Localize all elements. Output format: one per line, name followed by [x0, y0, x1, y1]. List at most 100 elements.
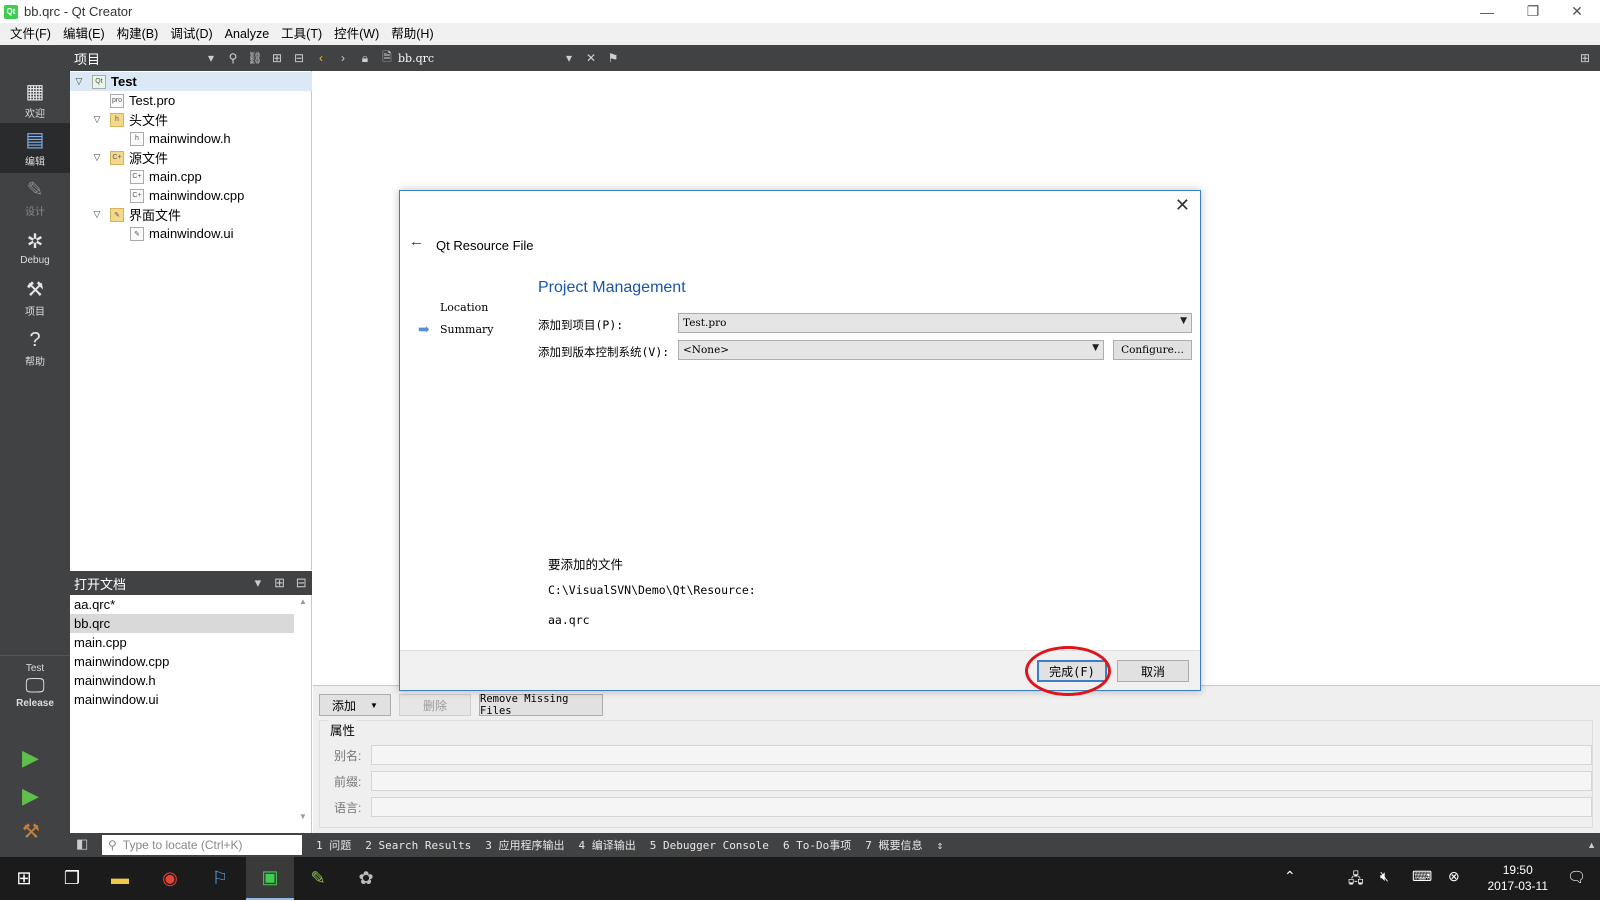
windows-start-icon[interactable]: ⊞	[0, 857, 48, 900]
prefix-input[interactable]	[371, 771, 1592, 791]
debug-run-icon[interactable]: ▶	[22, 783, 39, 809]
minimize-button[interactable]: —	[1464, 0, 1510, 23]
chevron-down-icon[interactable]: ▽	[72, 76, 86, 87]
output-tab-issues[interactable]: 1 问题	[316, 837, 351, 853]
split-icon[interactable]: ⊞	[266, 51, 288, 65]
bookmark-icon[interactable]: ⚑	[602, 51, 624, 65]
qt-creator-taskbar-icon[interactable]: ▣	[246, 857, 294, 900]
close-panel-icon[interactable]: ⊟	[288, 51, 310, 65]
remove-button[interactable]: 删除	[399, 694, 471, 716]
restore-button[interactable]: ❐	[1510, 0, 1556, 23]
output-tab-app-output[interactable]: 3 应用程序输出	[485, 837, 564, 853]
scrollbar[interactable]: ▲ ▼	[296, 597, 310, 829]
tree-item-file[interactable]: C+ main.cpp	[70, 167, 312, 186]
notification-icon[interactable]: 🗨	[1567, 868, 1586, 886]
tree-item-sources[interactable]: ▽ C+ 源文件	[70, 148, 312, 167]
paint-icon[interactable]: ✿	[342, 857, 390, 900]
header-file-icon: h	[130, 131, 144, 146]
open-document-item[interactable]: mainwindow.h	[70, 671, 294, 690]
menu-tools[interactable]: 工具(T)	[275, 23, 328, 45]
cancel-button[interactable]: 取消	[1117, 660, 1189, 682]
tree-item-file[interactable]: C+ mainwindow.cpp	[70, 186, 312, 205]
dropdown-icon[interactable]: ▾	[558, 51, 580, 65]
mode-edit[interactable]: ▤ 编辑	[0, 123, 70, 173]
output-tab-general[interactable]: 7 概要信息	[865, 837, 922, 853]
notepad-icon[interactable]: ✎	[294, 857, 342, 900]
add-to-project-label: 添加到项目(P):	[538, 318, 624, 332]
menu-file[interactable]: 文件(F)	[4, 23, 57, 45]
open-document-item[interactable]: mainwindow.ui	[70, 690, 294, 709]
back-arrow-icon[interactable]: ←	[409, 233, 424, 250]
tree-item-file[interactable]: h mainwindow.h	[70, 129, 312, 148]
menu-build[interactable]: 构建(B)	[111, 23, 165, 45]
toggle-sidebar-icon[interactable]: ◧	[76, 836, 88, 852]
new-file-wizard-dialog: ✕ ← Qt Resource File Location ➡ Summary …	[399, 190, 1201, 691]
close-window-button[interactable]: ✕	[1554, 0, 1600, 23]
tree-item-pro[interactable]: pro Test.pro	[70, 91, 312, 110]
dropdown-icon[interactable]: ▾	[247, 575, 269, 591]
chevron-down-icon[interactable]: ▽	[90, 209, 104, 220]
task-view-icon[interactable]: ❐	[48, 857, 96, 900]
output-tab-search[interactable]: 2 Search Results	[365, 839, 471, 852]
output-tab-debugger[interactable]: 5 Debugger Console	[650, 839, 769, 852]
ime-status-icon[interactable]: ⊗	[1448, 868, 1460, 885]
tree-item-forms[interactable]: ▽ ✎ 界面文件	[70, 205, 312, 224]
menu-analyze[interactable]: Analyze	[219, 23, 275, 45]
output-tab-todo[interactable]: 6 To-Do事项	[783, 837, 851, 853]
mode-welcome[interactable]: ▦ 欢迎	[0, 75, 70, 125]
menu-help[interactable]: 帮助(H)	[385, 23, 439, 45]
tree-item-headers[interactable]: ▽ h 头文件	[70, 110, 312, 129]
chrome-icon[interactable]: ◉	[146, 857, 194, 900]
dropdown-icon[interactable]: ▾	[200, 51, 222, 65]
chevron-down-icon[interactable]: ▽	[90, 152, 104, 163]
forward-icon[interactable]: ›	[332, 51, 354, 65]
split-editor-icon[interactable]: ⊞	[1574, 51, 1596, 65]
menu-edit[interactable]: 编辑(E)	[57, 23, 111, 45]
tree-item-file[interactable]: ✎ mainwindow.ui	[70, 224, 312, 243]
close-icon[interactable]: ✕	[1175, 195, 1190, 216]
volume-muted-icon[interactable]: 🔇︎	[1380, 868, 1389, 885]
svn-tool-icon[interactable]: ⚐	[196, 857, 244, 900]
keyboard-icon[interactable]: ⌨	[1412, 868, 1432, 885]
run-icon[interactable]: ▶	[22, 745, 39, 771]
remove-missing-files-button[interactable]: Remove Missing Files	[479, 693, 603, 717]
network-icon[interactable]: 🖧	[1348, 868, 1364, 892]
output-tab-compile[interactable]: 4 编译输出	[578, 837, 635, 853]
menu-window[interactable]: 控件(W)	[328, 23, 385, 45]
close-document-icon[interactable]: ✕	[580, 51, 602, 65]
menu-debug[interactable]: 调试(D)	[164, 23, 218, 45]
vcs-select[interactable]: <None> ▼	[678, 340, 1104, 360]
back-icon[interactable]: ‹	[310, 51, 332, 65]
open-document-item[interactable]: main.cpp	[70, 633, 294, 652]
open-document-item[interactable]: bb.qrc	[70, 614, 294, 633]
chevron-up-icon[interactable]: ▲	[1587, 840, 1596, 850]
mode-projects[interactable]: ⚒ 项目	[0, 273, 70, 323]
split-icon[interactable]: ⊞	[269, 575, 291, 591]
mode-help[interactable]: ? 帮助	[0, 323, 70, 373]
link-icon[interactable]: ⛓	[244, 51, 266, 65]
locator-input[interactable]: ⚲ Type to locate (Ctrl+K)	[102, 835, 302, 855]
kit-selector[interactable]: Test 🖵 Release	[0, 659, 70, 719]
language-input[interactable]	[371, 797, 1592, 817]
add-to-project-select[interactable]: Test.pro ▼	[678, 313, 1192, 333]
alias-label: 别名:	[334, 749, 362, 763]
panel-selector[interactable]: 项目	[70, 49, 200, 68]
close-panel-icon[interactable]: ⊟	[290, 575, 312, 591]
mode-debug[interactable]: ✲ Debug	[0, 223, 70, 273]
file-explorer-icon[interactable]: ▬	[96, 857, 144, 900]
chevron-up-icon[interactable]: ⌃	[1284, 868, 1296, 885]
configure-button[interactable]: Configure...	[1113, 340, 1192, 360]
filter-icon[interactable]: ⚲	[222, 51, 244, 65]
chevron-down-icon[interactable]: ▽	[90, 114, 104, 125]
add-button[interactable]: 添加 ▼	[319, 694, 391, 716]
current-file-selector[interactable]: bb.qrc	[398, 52, 558, 65]
more-tabs-icon[interactable]: ⇕	[937, 839, 944, 852]
build-hammer-icon[interactable]: ⚒	[22, 819, 40, 844]
tree-item-project[interactable]: ▽ Qt Test	[70, 72, 312, 91]
open-document-item[interactable]: aa.qrc*	[70, 595, 294, 614]
open-document-item[interactable]: mainwindow.cpp	[70, 652, 294, 671]
taskbar-clock[interactable]: 19:50 2017-03-11	[1488, 862, 1549, 894]
alias-input[interactable]	[371, 745, 1592, 765]
mode-design[interactable]: ✎ 设计	[0, 173, 70, 223]
monitor-icon: 🖵	[25, 675, 45, 697]
